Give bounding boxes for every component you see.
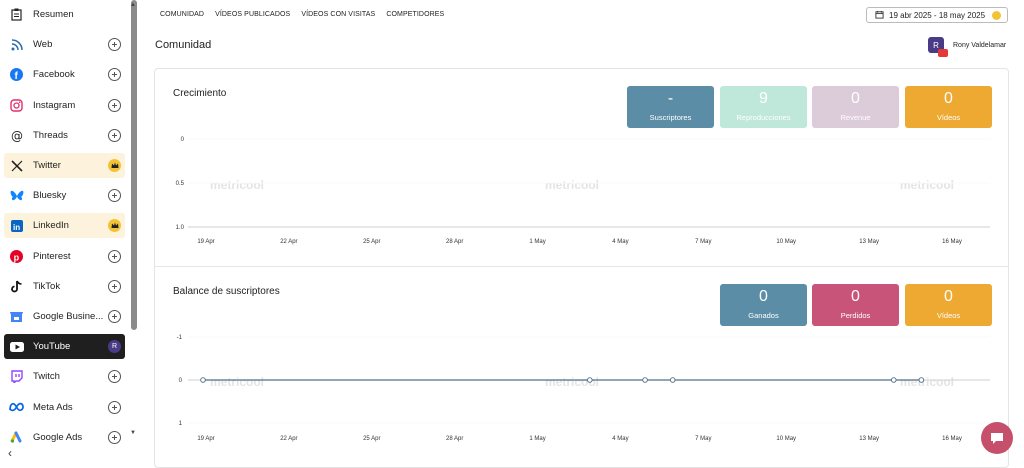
balance-data-point xyxy=(669,377,676,383)
growth-y-tick: 0 xyxy=(181,137,185,143)
growth-x-tick: 28 Apr xyxy=(446,239,463,245)
balance-x-tick: 16 May xyxy=(942,436,962,442)
balance-data-point xyxy=(587,377,593,383)
growth-x-tick: 22 Apr xyxy=(280,239,297,245)
balance-y-tick: 1 xyxy=(179,421,183,427)
growth-x-tick: 19 Apr xyxy=(197,239,214,245)
metricool-watermark: metricool xyxy=(545,178,599,192)
growth-x-tick: 4 May xyxy=(612,239,628,245)
growth-y-tick: 1.0 xyxy=(176,225,185,231)
growth-x-tick: 13 May xyxy=(859,239,879,245)
growth-x-tick: 25 Apr xyxy=(363,239,380,245)
growth-x-tick: 16 May xyxy=(942,239,962,245)
balance-y-tick: 0 xyxy=(179,378,183,384)
balance-x-tick: 10 May xyxy=(776,436,796,442)
growth-x-tick: 1 May xyxy=(529,239,545,245)
balance-x-tick: 19 Apr xyxy=(197,436,214,442)
growth-chart: metricool metricool metricool metricool metr… xyxy=(176,137,990,442)
growth-x-tick: 10 May xyxy=(776,239,796,245)
metricool-watermark: metricool xyxy=(210,178,264,192)
growth-x-tick: 7 May xyxy=(695,239,711,245)
balance-x-tick: 1 May xyxy=(529,436,545,442)
balance-x-tick: 4 May xyxy=(612,436,628,442)
chat-button[interactable] xyxy=(981,422,1013,454)
balance-data-point xyxy=(918,377,925,383)
balance-x-tick: 28 Apr xyxy=(446,436,463,442)
metricool-watermark: metricool xyxy=(210,375,264,389)
balance-y-tick: -1 xyxy=(177,335,183,341)
metricool-watermark: metricool xyxy=(900,375,954,389)
balance-x-tick: 25 Apr xyxy=(363,436,380,442)
metricool-watermark: metricool xyxy=(900,178,954,192)
balance-x-tick: 13 May xyxy=(859,436,879,442)
balance-x-tick: 22 Apr xyxy=(280,436,297,442)
balance-data-point xyxy=(890,377,897,383)
balance-data-point xyxy=(642,377,648,383)
balance-x-tick: 7 May xyxy=(695,436,711,442)
growth-y-tick: 0.5 xyxy=(176,181,185,187)
chat-icon xyxy=(991,432,1003,444)
balance-data-point xyxy=(200,377,206,383)
